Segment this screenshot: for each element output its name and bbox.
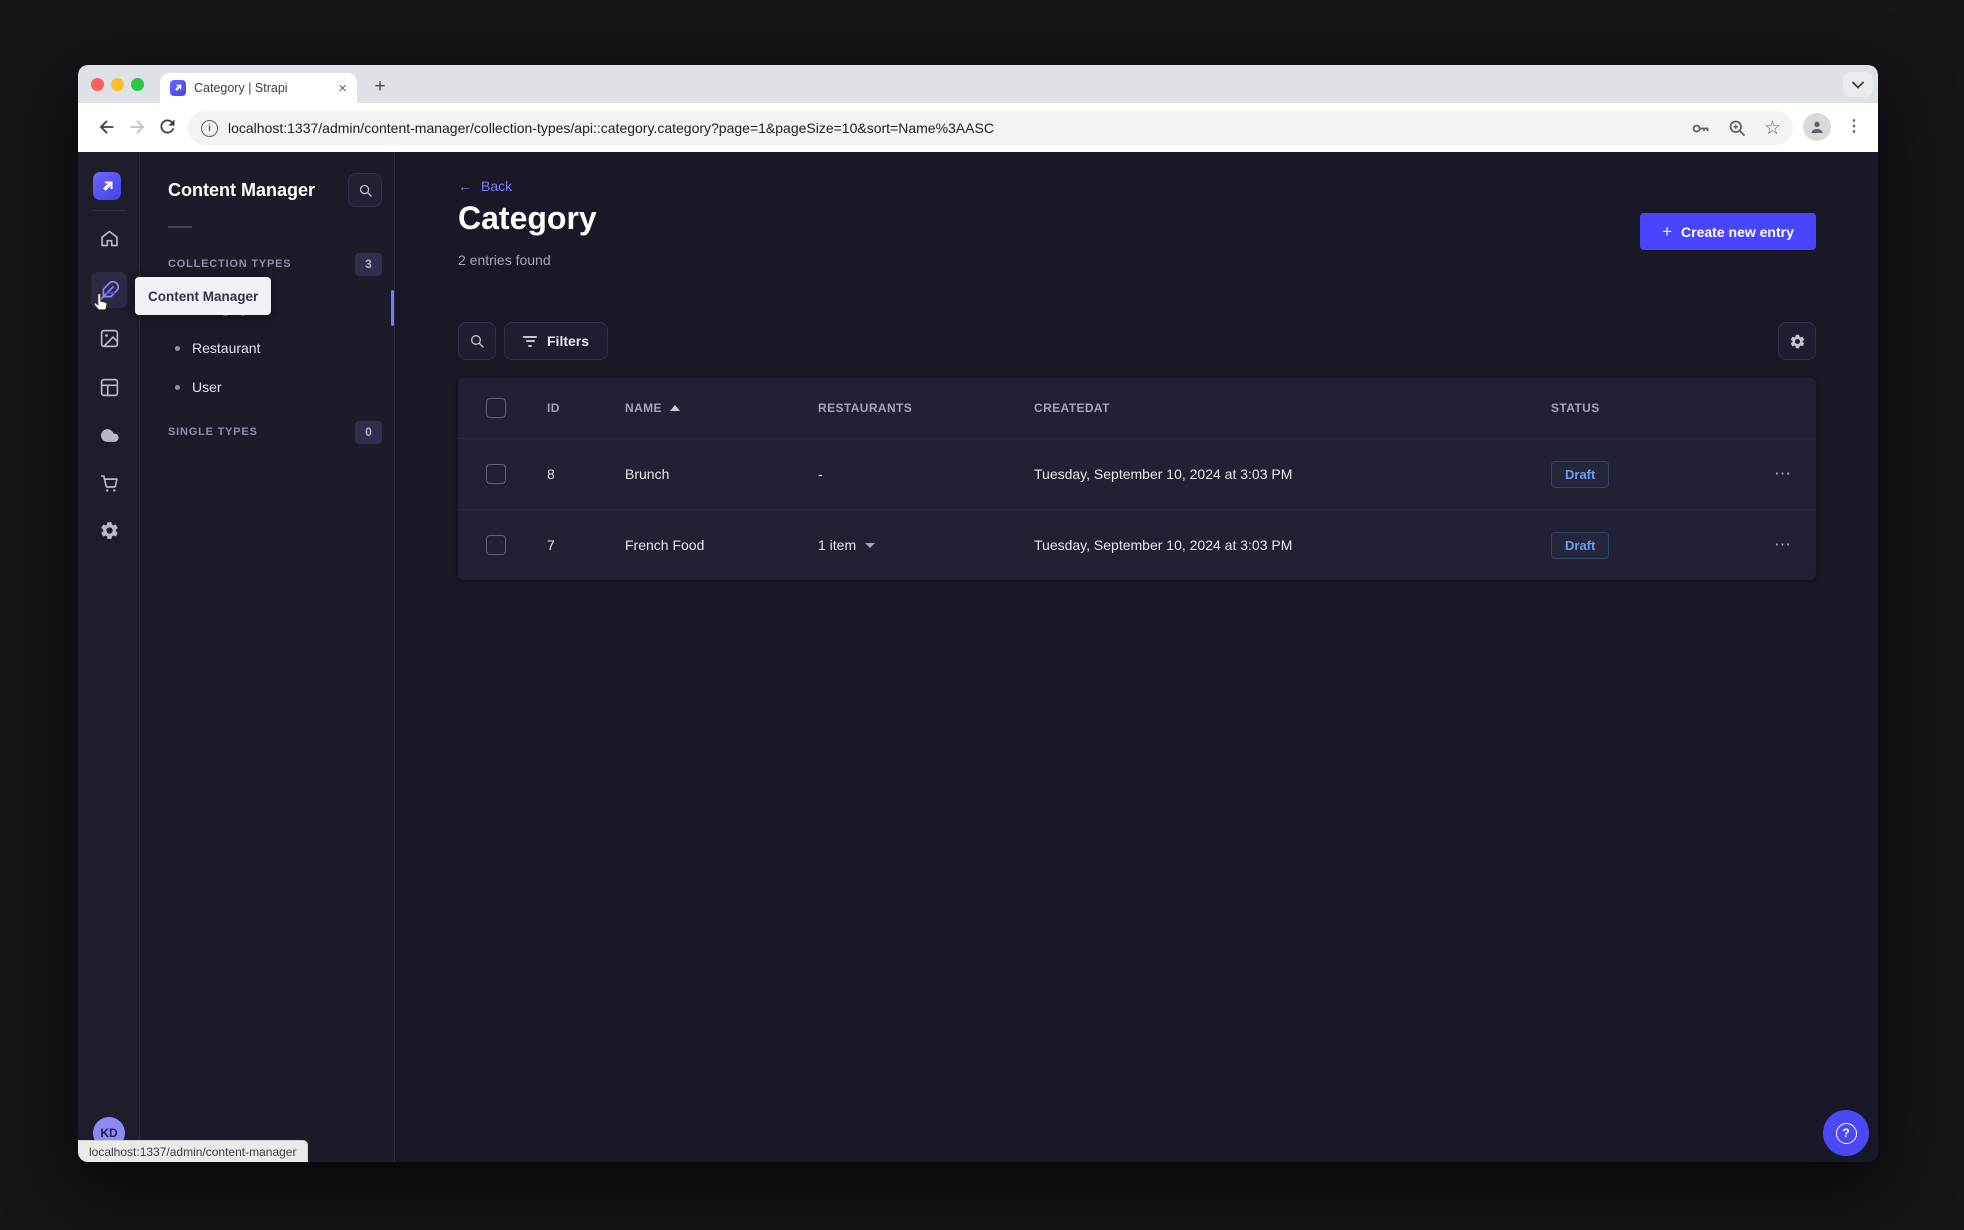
tab-strip: Category | Strapi × + [78, 65, 1878, 103]
new-tab-button[interactable]: + [366, 73, 394, 101]
back-arrow-icon: ← [458, 178, 472, 194]
cell-id: 7 [547, 537, 555, 553]
cell-restaurants: - [818, 466, 823, 482]
column-header-createdat[interactable]: CREATEDAT [1034, 401, 1551, 415]
zoom-icon[interactable] [1727, 118, 1748, 139]
content-type-builder-icon[interactable] [97, 375, 121, 399]
main-content: ← Back Category 2 entries found + Create… [395, 152, 1878, 1162]
browser-window: Category | Strapi × + i localhost:1337/a… [78, 65, 1878, 1162]
home-icon[interactable] [97, 226, 121, 250]
single-types-label: SINGLE TYPES [168, 426, 258, 438]
question-mark-icon: ? [1835, 1122, 1857, 1144]
cloud-deploy-icon[interactable] [97, 423, 121, 447]
help-button[interactable]: ? [1823, 1110, 1869, 1156]
nav-item-label: Restaurant [192, 340, 261, 356]
reload-icon[interactable] [157, 116, 179, 138]
cell-createdat: Tuesday, September 10, 2024 at 3:03 PM [1034, 466, 1293, 482]
page-info-icon[interactable]: i [201, 119, 218, 137]
bullet-icon [175, 384, 180, 390]
tab-title: Category | Strapi [194, 81, 288, 95]
cell-name: Brunch [625, 466, 670, 482]
filters-button[interactable]: Filters [504, 322, 609, 360]
browser-menu-icon[interactable]: ⋮ [1846, 116, 1862, 136]
row-actions-menu[interactable]: ⋯ [1774, 464, 1792, 484]
back-icon[interactable] [96, 116, 118, 138]
marketplace-cart-icon[interactable] [97, 471, 121, 495]
table-header-row: ID NAME RESTAURANTS CREATEDAT STATUS [458, 378, 1816, 438]
browser-toolbar: i localhost:1337/admin/content-manager/c… [78, 103, 1878, 152]
entries-count: 2 entries found [458, 252, 551, 268]
content-manager-tooltip: Content Manager [135, 277, 272, 315]
close-window-button[interactable] [91, 78, 104, 91]
subnav-divider [168, 226, 192, 228]
password-key-icon[interactable] [1690, 118, 1711, 139]
browser-profile-icon[interactable] [1803, 113, 1831, 141]
sidebar-item-restaurant[interactable]: Restaurant [140, 328, 394, 368]
back-link[interactable]: ← Back [458, 178, 512, 194]
cell-restaurants[interactable]: 1 item [818, 537, 1034, 553]
column-header-restaurants[interactable]: RESTAURANTS [818, 401, 1034, 415]
table-row[interactable]: 7 French Food 1 item Tuesday, September … [458, 509, 1816, 580]
rail-divider [92, 210, 126, 211]
sort-ascending-icon [669, 405, 680, 411]
url-bar[interactable]: i localhost:1337/admin/content-manager/c… [188, 111, 1793, 145]
view-settings-button[interactable] [1778, 322, 1816, 360]
plus-icon: + [1662, 222, 1673, 241]
media-library-icon[interactable] [97, 326, 121, 350]
filter-icon [523, 333, 537, 349]
bookmark-star-icon[interactable]: ☆ [1764, 119, 1781, 138]
collection-types-count-badge: 3 [355, 252, 382, 276]
tab-close-icon[interactable]: × [338, 81, 347, 96]
search-button[interactable] [458, 322, 496, 360]
single-types-count-badge: 0 [355, 420, 382, 444]
cell-id: 8 [547, 466, 555, 482]
row-actions-menu[interactable]: ⋯ [1774, 535, 1792, 555]
tab-search-chevron-icon[interactable] [1843, 72, 1873, 97]
sidebar-item-user[interactable]: User [140, 367, 394, 407]
browser-tab[interactable]: Category | Strapi × [160, 73, 357, 103]
link-status-bubble: localhost:1337/admin/content-manager [78, 1140, 309, 1162]
column-header-name[interactable]: NAME [625, 401, 818, 415]
status-badge: Draft [1551, 531, 1610, 559]
select-all-checkbox[interactable] [486, 398, 506, 418]
row-checkbox[interactable] [486, 464, 506, 484]
filters-label: Filters [547, 333, 590, 349]
strapi-favicon-icon [170, 80, 186, 96]
bullet-icon [175, 345, 180, 351]
column-header-status[interactable]: STATUS [1551, 401, 1750, 415]
entries-table: ID NAME RESTAURANTS CREATEDAT STATUS 8 B… [458, 378, 1816, 580]
column-header-id[interactable]: ID [547, 401, 625, 415]
strapi-logo-icon[interactable] [93, 172, 121, 200]
cell-name: French Food [625, 537, 705, 553]
subnav-search-button[interactable] [348, 173, 382, 207]
chevron-down-icon [865, 542, 876, 548]
cell-createdat: Tuesday, September 10, 2024 at 3:03 PM [1034, 537, 1293, 553]
minimize-window-button[interactable] [111, 78, 124, 91]
row-checkbox[interactable] [486, 535, 506, 555]
create-button-label: Create new entry [1681, 223, 1794, 240]
omnibox-icons: ☆ [1690, 111, 1781, 145]
table-row[interactable]: 8 Brunch - Tuesday, September 10, 2024 a… [458, 438, 1816, 509]
active-item-indicator [391, 290, 394, 326]
mouse-hand-cursor [90, 292, 111, 320]
back-label: Back [481, 178, 513, 194]
strapi-app: KD Content Manager COLLECTION TYPES 3 Ca… [78, 152, 1878, 1162]
settings-gear-icon[interactable] [97, 518, 121, 542]
fullscreen-window-button[interactable] [131, 78, 144, 91]
nav-item-label: User [192, 379, 222, 395]
create-new-entry-button[interactable]: + Create new entry [1640, 213, 1816, 250]
forward-icon [126, 116, 148, 138]
status-badge: Draft [1551, 460, 1610, 488]
collection-types-label: COLLECTION TYPES [168, 258, 292, 270]
subnav-title: Content Manager [168, 179, 316, 200]
url-text[interactable]: localhost:1337/admin/content-manager/col… [228, 120, 994, 136]
page-title: Category [458, 200, 597, 236]
